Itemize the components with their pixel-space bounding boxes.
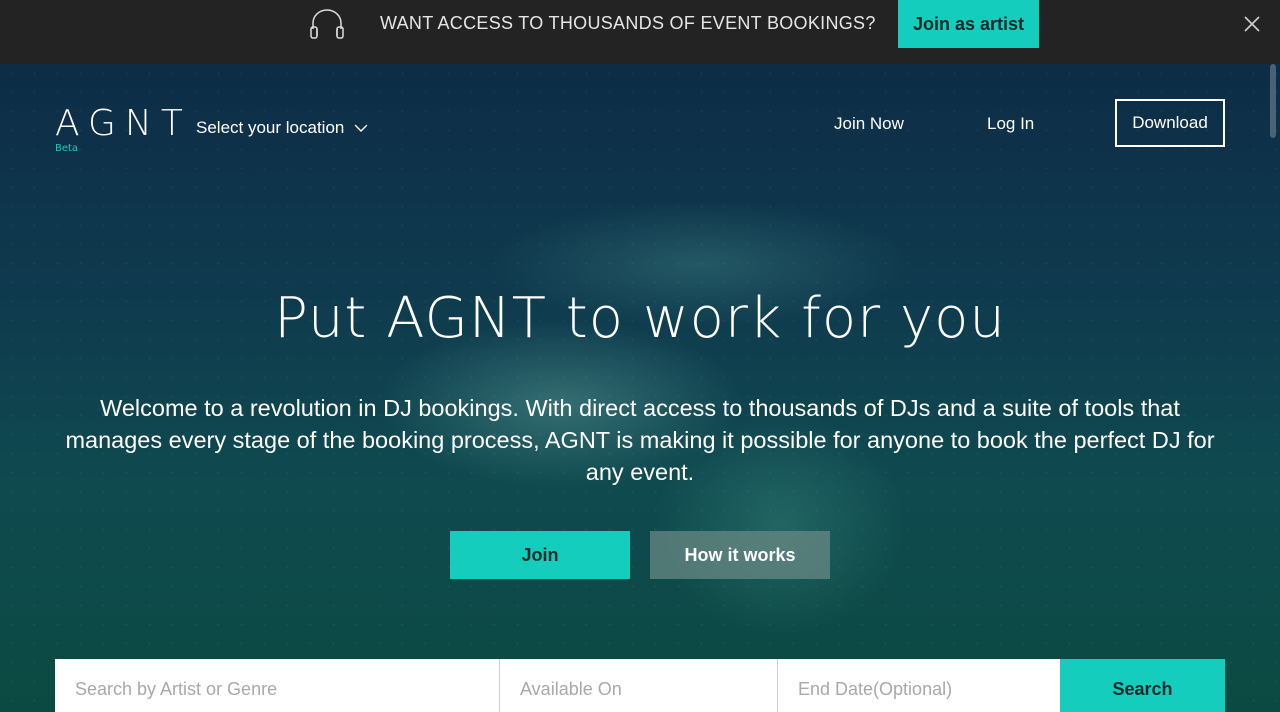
artist-genre-search-input[interactable] — [55, 659, 500, 712]
headphones-icon — [310, 9, 344, 39]
join-as-artist-button[interactable]: Join as artist — [898, 0, 1039, 48]
log-in-link[interactable]: Log In — [987, 114, 1034, 134]
join-now-link[interactable]: Join Now — [834, 114, 904, 134]
join-button[interactable]: Join — [450, 531, 630, 579]
top-banner: WANT ACCESS TO THOUSANDS OF EVENT BOOKIN… — [0, 0, 1280, 64]
download-button[interactable]: Download — [1115, 99, 1225, 147]
agnt-logo[interactable]: AGNT Beta — [55, 106, 192, 154]
hero-headline: Put AGNT to work for you — [274, 286, 1006, 351]
location-selector[interactable]: Select your location — [196, 118, 368, 138]
beta-label: Beta — [55, 143, 79, 154]
scrollbar[interactable] — [1270, 64, 1276, 138]
search-bar: Search — [55, 659, 1225, 712]
chevron-down-icon — [354, 124, 368, 132]
end-date-input[interactable] — [778, 659, 1060, 712]
close-icon[interactable] — [1242, 14, 1262, 34]
hero-subtext: Welcome to a revolution in DJ bookings. … — [65, 395, 1215, 485]
banner-message: WANT ACCESS TO THOUSANDS OF EVENT BOOKIN… — [380, 13, 876, 33]
search-button[interactable]: Search — [1060, 659, 1225, 712]
how-it-works-button[interactable]: How it works — [650, 531, 830, 579]
logo-text: AGNT — [55, 103, 192, 144]
hero-section: AGNT Beta Select your location Join Now … — [0, 64, 1280, 712]
available-on-date-input[interactable] — [500, 659, 778, 712]
location-label: Select your location — [196, 118, 345, 137]
